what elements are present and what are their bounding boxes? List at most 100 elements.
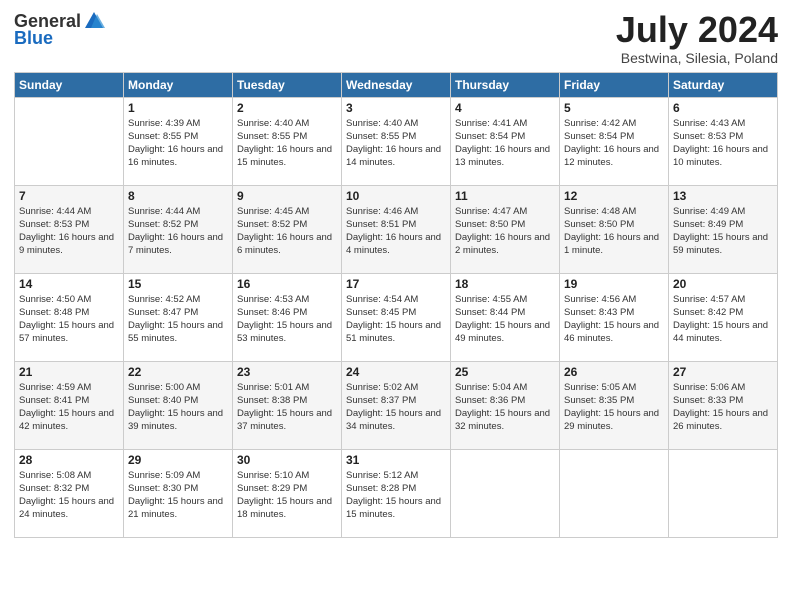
day-info: Sunrise: 4:39 AMSunset: 8:55 PMDaylight:… <box>128 118 223 169</box>
calendar-cell <box>15 97 124 185</box>
calendar-cell: 9 Sunrise: 4:45 AMSunset: 8:52 PMDayligh… <box>233 185 342 273</box>
day-number: 14 <box>19 277 119 291</box>
day-info: Sunrise: 4:41 AMSunset: 8:54 PMDaylight:… <box>455 118 550 169</box>
calendar-cell: 14 Sunrise: 4:50 AMSunset: 8:48 PMDaylig… <box>15 273 124 361</box>
day-info: Sunrise: 5:00 AMSunset: 8:40 PMDaylight:… <box>128 382 223 433</box>
calendar-week-5: 28 Sunrise: 5:08 AMSunset: 8:32 PMDaylig… <box>15 449 778 537</box>
day-number: 8 <box>128 189 228 203</box>
calendar-week-4: 21 Sunrise: 4:59 AMSunset: 8:41 PMDaylig… <box>15 361 778 449</box>
day-info: Sunrise: 4:56 AMSunset: 8:43 PMDaylight:… <box>564 294 659 345</box>
day-number: 7 <box>19 189 119 203</box>
day-number: 6 <box>673 101 773 115</box>
day-number: 17 <box>346 277 446 291</box>
calendar-cell: 22 Sunrise: 5:00 AMSunset: 8:40 PMDaylig… <box>124 361 233 449</box>
day-number: 31 <box>346 453 446 467</box>
day-number: 2 <box>237 101 337 115</box>
day-number: 25 <box>455 365 555 379</box>
day-number: 16 <box>237 277 337 291</box>
calendar-cell: 11 Sunrise: 4:47 AMSunset: 8:50 PMDaylig… <box>451 185 560 273</box>
day-number: 26 <box>564 365 664 379</box>
calendar-cell: 6 Sunrise: 4:43 AMSunset: 8:53 PMDayligh… <box>669 97 778 185</box>
calendar-cell: 13 Sunrise: 4:49 AMSunset: 8:49 PMDaylig… <box>669 185 778 273</box>
calendar-cell: 8 Sunrise: 4:44 AMSunset: 8:52 PMDayligh… <box>124 185 233 273</box>
title-block: July 2024 Bestwina, Silesia, Poland <box>616 10 778 66</box>
day-info: Sunrise: 4:44 AMSunset: 8:53 PMDaylight:… <box>19 206 114 257</box>
day-number: 4 <box>455 101 555 115</box>
day-info: Sunrise: 4:48 AMSunset: 8:50 PMDaylight:… <box>564 206 659 257</box>
day-info: Sunrise: 4:57 AMSunset: 8:42 PMDaylight:… <box>673 294 768 345</box>
day-number: 23 <box>237 365 337 379</box>
day-number: 19 <box>564 277 664 291</box>
day-info: Sunrise: 5:01 AMSunset: 8:38 PMDaylight:… <box>237 382 332 433</box>
calendar-cell <box>669 449 778 537</box>
day-info: Sunrise: 4:49 AMSunset: 8:49 PMDaylight:… <box>673 206 768 257</box>
calendar-cell: 25 Sunrise: 5:04 AMSunset: 8:36 PMDaylig… <box>451 361 560 449</box>
day-number: 18 <box>455 277 555 291</box>
day-info: Sunrise: 5:02 AMSunset: 8:37 PMDaylight:… <box>346 382 441 433</box>
logo: General Blue <box>14 10 105 49</box>
calendar-cell: 19 Sunrise: 4:56 AMSunset: 8:43 PMDaylig… <box>560 273 669 361</box>
day-number: 9 <box>237 189 337 203</box>
day-number: 13 <box>673 189 773 203</box>
day-info: Sunrise: 4:55 AMSunset: 8:44 PMDaylight:… <box>455 294 550 345</box>
day-info: Sunrise: 5:06 AMSunset: 8:33 PMDaylight:… <box>673 382 768 433</box>
page: General Blue July 2024 Bestwina, Silesia… <box>0 0 792 612</box>
day-info: Sunrise: 4:53 AMSunset: 8:46 PMDaylight:… <box>237 294 332 345</box>
calendar-header-monday: Monday <box>124 72 233 97</box>
calendar-header-wednesday: Wednesday <box>342 72 451 97</box>
subtitle: Bestwina, Silesia, Poland <box>616 50 778 66</box>
calendar-table: SundayMondayTuesdayWednesdayThursdayFrid… <box>14 72 778 538</box>
calendar-cell: 31 Sunrise: 5:12 AMSunset: 8:28 PMDaylig… <box>342 449 451 537</box>
day-info: Sunrise: 4:46 AMSunset: 8:51 PMDaylight:… <box>346 206 441 257</box>
day-info: Sunrise: 4:59 AMSunset: 8:41 PMDaylight:… <box>19 382 114 433</box>
day-number: 20 <box>673 277 773 291</box>
day-info: Sunrise: 5:09 AMSunset: 8:30 PMDaylight:… <box>128 470 223 521</box>
calendar-cell: 7 Sunrise: 4:44 AMSunset: 8:53 PMDayligh… <box>15 185 124 273</box>
day-info: Sunrise: 4:44 AMSunset: 8:52 PMDaylight:… <box>128 206 223 257</box>
calendar-cell: 3 Sunrise: 4:40 AMSunset: 8:55 PMDayligh… <box>342 97 451 185</box>
day-number: 22 <box>128 365 228 379</box>
day-number: 3 <box>346 101 446 115</box>
day-number: 29 <box>128 453 228 467</box>
calendar-header-thursday: Thursday <box>451 72 560 97</box>
day-info: Sunrise: 5:04 AMSunset: 8:36 PMDaylight:… <box>455 382 550 433</box>
day-info: Sunrise: 5:10 AMSunset: 8:29 PMDaylight:… <box>237 470 332 521</box>
day-number: 28 <box>19 453 119 467</box>
calendar-cell: 21 Sunrise: 4:59 AMSunset: 8:41 PMDaylig… <box>15 361 124 449</box>
day-number: 12 <box>564 189 664 203</box>
logo-icon <box>83 10 105 32</box>
day-number: 30 <box>237 453 337 467</box>
main-title: July 2024 <box>616 10 778 50</box>
day-info: Sunrise: 4:47 AMSunset: 8:50 PMDaylight:… <box>455 206 550 257</box>
calendar-header-row: SundayMondayTuesdayWednesdayThursdayFrid… <box>15 72 778 97</box>
calendar-cell: 2 Sunrise: 4:40 AMSunset: 8:55 PMDayligh… <box>233 97 342 185</box>
calendar-cell: 29 Sunrise: 5:09 AMSunset: 8:30 PMDaylig… <box>124 449 233 537</box>
day-info: Sunrise: 4:54 AMSunset: 8:45 PMDaylight:… <box>346 294 441 345</box>
calendar-cell: 28 Sunrise: 5:08 AMSunset: 8:32 PMDaylig… <box>15 449 124 537</box>
day-number: 15 <box>128 277 228 291</box>
calendar-week-3: 14 Sunrise: 4:50 AMSunset: 8:48 PMDaylig… <box>15 273 778 361</box>
calendar-header-sunday: Sunday <box>15 72 124 97</box>
calendar-cell: 20 Sunrise: 4:57 AMSunset: 8:42 PMDaylig… <box>669 273 778 361</box>
calendar-cell: 17 Sunrise: 4:54 AMSunset: 8:45 PMDaylig… <box>342 273 451 361</box>
day-info: Sunrise: 5:08 AMSunset: 8:32 PMDaylight:… <box>19 470 114 521</box>
calendar-cell: 4 Sunrise: 4:41 AMSunset: 8:54 PMDayligh… <box>451 97 560 185</box>
calendar-header-tuesday: Tuesday <box>233 72 342 97</box>
calendar-header-friday: Friday <box>560 72 669 97</box>
calendar-cell <box>560 449 669 537</box>
day-number: 5 <box>564 101 664 115</box>
logo-blue: Blue <box>14 28 53 49</box>
calendar-cell <box>451 449 560 537</box>
day-number: 27 <box>673 365 773 379</box>
day-info: Sunrise: 4:42 AMSunset: 8:54 PMDaylight:… <box>564 118 659 169</box>
day-info: Sunrise: 5:05 AMSunset: 8:35 PMDaylight:… <box>564 382 659 433</box>
day-number: 10 <box>346 189 446 203</box>
day-info: Sunrise: 4:50 AMSunset: 8:48 PMDaylight:… <box>19 294 114 345</box>
day-info: Sunrise: 4:40 AMSunset: 8:55 PMDaylight:… <box>346 118 441 169</box>
calendar-cell: 18 Sunrise: 4:55 AMSunset: 8:44 PMDaylig… <box>451 273 560 361</box>
calendar-cell: 1 Sunrise: 4:39 AMSunset: 8:55 PMDayligh… <box>124 97 233 185</box>
day-info: Sunrise: 4:52 AMSunset: 8:47 PMDaylight:… <box>128 294 223 345</box>
calendar-week-1: 1 Sunrise: 4:39 AMSunset: 8:55 PMDayligh… <box>15 97 778 185</box>
calendar-cell: 24 Sunrise: 5:02 AMSunset: 8:37 PMDaylig… <box>342 361 451 449</box>
day-number: 21 <box>19 365 119 379</box>
